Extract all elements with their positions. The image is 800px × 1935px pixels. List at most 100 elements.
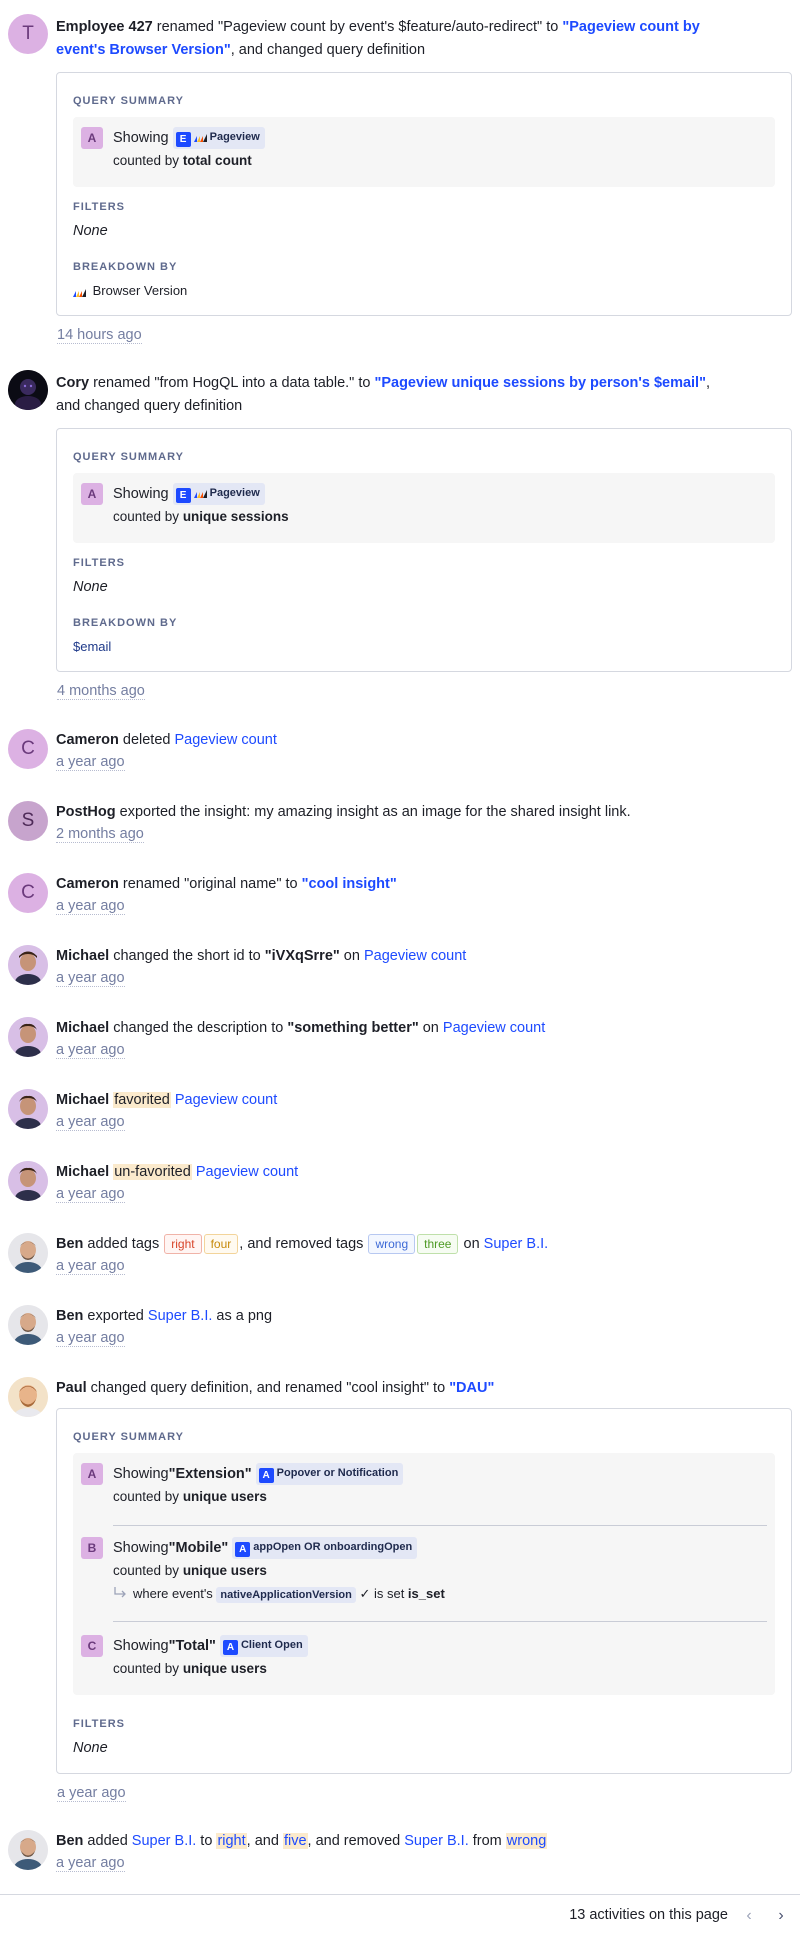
filters-value: None — [73, 1740, 108, 1756]
activity-description: PostHog exported the insight: my amazing… — [56, 804, 631, 820]
next-page-button[interactable]: › — [770, 1905, 792, 1927]
user-name: Paul — [56, 1380, 87, 1396]
series-box: A Showing E Pageview counted by total coun… — [73, 117, 775, 187]
activity-description: Michael favorited Pageview count — [56, 1089, 792, 1112]
user-name: Cameron — [56, 732, 119, 748]
insight-link[interactable]: Pageview count — [364, 948, 466, 964]
activity-description: Michael changed the description to "some… — [56, 1020, 546, 1036]
new-value: "iVXqSrre" — [264, 948, 340, 964]
dashboard-link[interactable]: right — [216, 1833, 247, 1849]
timestamp[interactable]: a year ago — [56, 1258, 792, 1275]
action-badge: A — [235, 1542, 251, 1558]
activity-description: Paul changed query definition, and renam… — [56, 1380, 495, 1396]
insight-link[interactable]: Pageview count — [443, 1020, 545, 1036]
posthog-logo-icon — [193, 134, 207, 143]
insight-link[interactable]: Super B.I. — [484, 1236, 548, 1252]
prev-page-button[interactable]: ‹ — [738, 1905, 760, 1927]
property-badge[interactable]: nativeApplicationVersion — [216, 1587, 356, 1603]
dashboard-link[interactable]: five — [282, 1833, 308, 1849]
avatar — [8, 1233, 48, 1273]
timestamp[interactable]: 4 months ago — [57, 683, 145, 700]
timestamp[interactable]: a year ago — [56, 1042, 792, 1059]
tag-badge[interactable]: wrong — [368, 1234, 416, 1254]
event-pill[interactable]: E Pageview — [172, 127, 265, 150]
avatar: C — [8, 873, 48, 913]
user-photo-icon — [8, 945, 48, 985]
user-photo-icon — [8, 1233, 48, 1273]
event-pill[interactable]: E Pageview — [172, 483, 265, 506]
series-label: A — [81, 127, 103, 149]
user-photo-icon — [8, 1017, 48, 1057]
timestamp[interactable]: 2 months ago — [56, 826, 792, 843]
user-name: Michael — [56, 1164, 110, 1180]
avatar — [8, 1017, 48, 1057]
insight-link[interactable]: Pageview count — [175, 732, 277, 748]
avatar — [8, 1089, 48, 1129]
tag-badge[interactable]: right — [164, 1234, 202, 1254]
activity-description: Cameron deleted Pageview count — [56, 732, 277, 748]
insight-link[interactable]: Pageview count — [196, 1164, 298, 1180]
section-title: BREAKDOWN BY — [73, 261, 178, 273]
chevron-right-icon: › — [778, 1907, 784, 1924]
event-badge: E — [175, 488, 191, 504]
action-pill[interactable]: AappOpen OR onboardingOpen — [232, 1537, 418, 1560]
action-pill[interactable]: A Client Open — [219, 1635, 308, 1658]
timestamp[interactable]: a year ago — [56, 754, 792, 771]
timestamp[interactable]: a year ago — [56, 1855, 792, 1872]
posthog-logo-icon — [73, 289, 86, 297]
query-summary-card: QUERY SUMMARY A Showing E Pageview counted… — [56, 72, 792, 316]
timestamp[interactable]: a year ago — [56, 898, 792, 915]
action-pill[interactable]: A Popover or Notification — [255, 1463, 404, 1486]
activity-count: 13 activities on this page — [569, 1907, 728, 1923]
filters-value: None — [73, 223, 108, 239]
user-name: PostHog — [56, 804, 116, 820]
insight-link[interactable]: Super B.I. — [404, 1833, 468, 1849]
section-title: QUERY SUMMARY — [73, 451, 184, 463]
activity-description: Cameron renamed "original name" to "cool… — [56, 876, 397, 892]
user-name: Michael — [56, 948, 110, 964]
timestamp[interactable]: 14 hours ago — [57, 327, 142, 344]
avatar — [8, 1161, 48, 1201]
avatar — [8, 1377, 48, 1417]
avatar — [8, 1830, 48, 1870]
filters-value: None — [73, 579, 108, 595]
avatar: C — [8, 729, 48, 769]
user-photo-icon — [8, 1305, 48, 1345]
avatar — [8, 1305, 48, 1345]
action-highlight: favorited — [113, 1092, 171, 1108]
tag-badge[interactable]: four — [203, 1234, 239, 1254]
timestamp[interactable]: a year ago — [57, 1785, 126, 1802]
timestamp[interactable]: a year ago — [56, 1330, 792, 1347]
insight-link[interactable]: Pageview count — [175, 1092, 277, 1108]
activity-description: Ben added Super B.I. to right, and five,… — [56, 1833, 548, 1849]
avatar — [8, 370, 48, 410]
avatar: S — [8, 801, 48, 841]
series-box: A Showing E Pageview counted by unique ses… — [73, 473, 775, 543]
timestamp[interactable]: a year ago — [56, 970, 792, 987]
timestamp[interactable]: a year ago — [56, 1114, 792, 1131]
property-filter: where event's nativeApplicationVersion ✓… — [113, 1585, 445, 1603]
series-label: B — [81, 1537, 103, 1559]
breakdown-value: Browser Version — [73, 282, 187, 300]
query-summary-card: QUERY SUMMARY A Showing E Pageview counted… — [56, 428, 792, 672]
timestamp[interactable]: a year ago — [56, 1186, 792, 1203]
activity-description: Ben exported Super B.I. as a png — [56, 1308, 273, 1324]
new-name: "cool insight" — [301, 876, 397, 892]
activity-description: Cory renamed "from HogQL into a data tab… — [56, 375, 710, 414]
user-name: Cory — [56, 375, 90, 391]
subdirectory-arrow-icon — [114, 1587, 126, 1598]
activity-description: Employee 427 renamed "Pageview count by … — [56, 19, 700, 58]
section-title: FILTERS — [73, 1718, 126, 1730]
action-badge: A — [222, 1640, 238, 1656]
action-highlight: un-favorited — [113, 1164, 192, 1180]
user-photo-icon — [8, 1377, 48, 1417]
query-summary-card: QUERY SUMMARY A Showing"Extension" A Popov… — [56, 1408, 792, 1774]
dashboard-link[interactable]: wrong — [505, 1833, 548, 1849]
insight-link[interactable]: Super B.I. — [148, 1308, 212, 1324]
action-badge: A — [258, 1468, 274, 1484]
avatar — [8, 945, 48, 985]
tag-badge[interactable]: three — [417, 1234, 459, 1254]
section-title: FILTERS — [73, 557, 126, 569]
insight-link[interactable]: Super B.I. — [132, 1833, 196, 1849]
user-name: Ben — [56, 1236, 84, 1252]
